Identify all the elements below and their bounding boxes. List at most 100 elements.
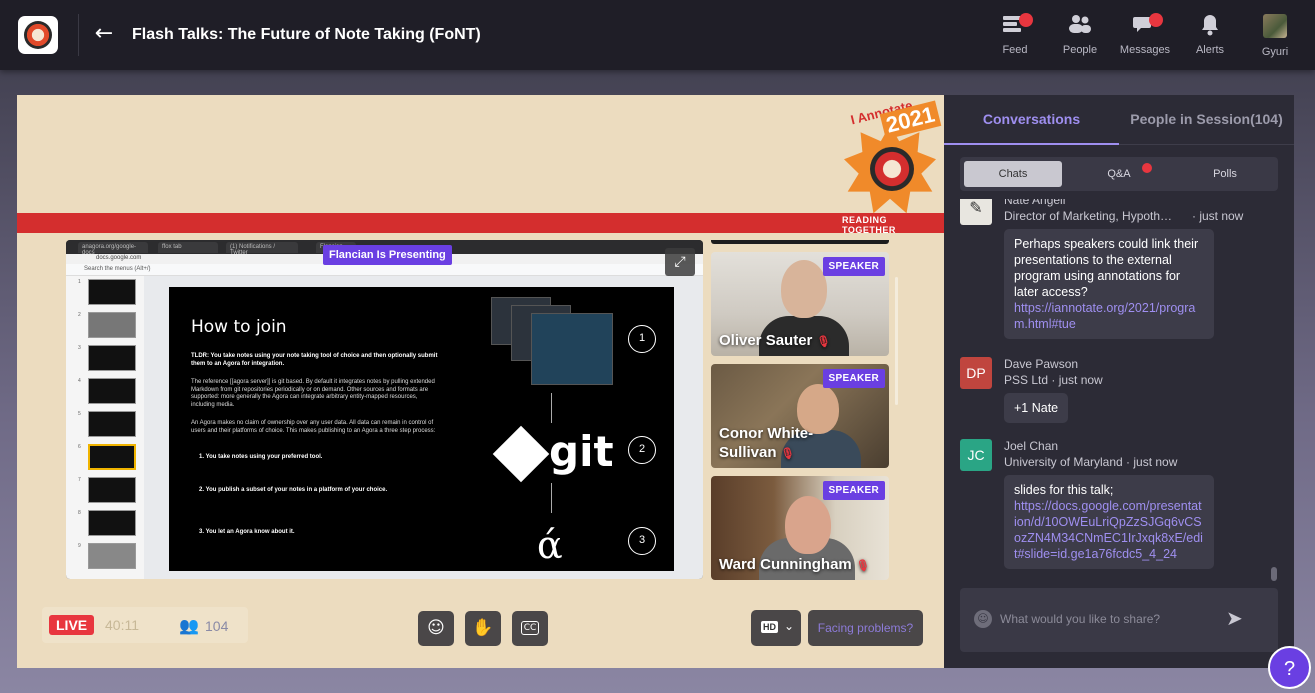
message-bubble: +1 Nate [1004, 393, 1069, 423]
thumb-number: 2 [78, 312, 81, 318]
slide-step: 3. You let an Agora know about it. [199, 529, 295, 535]
emblem-icon [870, 147, 914, 191]
people-icon [1068, 14, 1092, 36]
tab-people-in-session[interactable]: People in Session(104) [1119, 95, 1294, 145]
speaker-badge: SPEAKER [822, 481, 885, 500]
chat-message: ✎ Nate Angell Director of Marketing, Hyp… [960, 199, 1270, 343]
nav-people-label: People [1062, 44, 1098, 56]
slide-thumbnail [88, 477, 136, 503]
help-button[interactable]: ? [1268, 646, 1311, 689]
message-link[interactable]: https://iannotate.org/2021/program.html#… [1014, 300, 1204, 332]
raise-hand-button[interactable]: ✋ [465, 611, 501, 646]
emoji-icon[interactable]: ☺ [974, 610, 992, 628]
messages-icon [1133, 13, 1163, 36]
speaker-tile[interactable]: SPEAKER Ward Cunningham 🎙 [711, 476, 889, 580]
message-link[interactable]: https://docs.google.com/presentation/d/1… [1014, 498, 1204, 562]
slide-thumbnails: 1 2 3 4 5 6 7 8 9 [66, 276, 144, 579]
slide-screenshots [491, 293, 619, 385]
message-text: slides for this talk; [1014, 483, 1114, 497]
brand-band [17, 213, 944, 233]
segment-qa[interactable]: Q&A [1070, 161, 1168, 187]
quality-selector[interactable]: HD ⌄ [751, 610, 801, 646]
speaker-name: Ward Cunningham 🎙 [719, 555, 870, 575]
message-bubble: slides for this talk; https://docs.googl… [1004, 475, 1214, 569]
nav-messages[interactable]: Messages [1115, 12, 1175, 60]
speaker-name: Conor White-Sullivan 🎙 [719, 424, 849, 463]
speaker-tile[interactable]: SPEAKER Oliver Sauter 🎙 [711, 252, 889, 356]
facing-problems-button[interactable]: Facing problems? [808, 610, 923, 646]
speaker-face [781, 260, 827, 318]
chat-input[interactable] [1000, 606, 1220, 632]
captions-button[interactable]: CC [512, 611, 548, 646]
tab-conversations[interactable]: Conversations [944, 95, 1119, 145]
slide-canvas: How to join TLDR: You take notes using y… [144, 276, 703, 579]
slide-thumbnail [88, 543, 136, 569]
docs-toolbar: Search the menus (Alt+/) [66, 264, 703, 276]
message-text: Perhaps speakers could link their presen… [1014, 237, 1199, 299]
slide-arrow [551, 483, 552, 513]
nav-people[interactable]: People [1050, 12, 1110, 60]
message-text: +1 Nate [1014, 401, 1059, 415]
chat-message: DP Dave Pawson PSS Ltd · just now +1 Nat… [960, 357, 1270, 427]
brand-tagline: READING TOGETHER [842, 215, 896, 235]
thumb-number: 7 [78, 477, 81, 483]
current-slide: How to join TLDR: You take notes using y… [169, 287, 674, 571]
speaker-name: Oliver Sauter 🎙 [719, 331, 830, 351]
chevron-down-icon: ⌄ [784, 619, 795, 633]
smiley-icon: ☺ [427, 618, 445, 638]
segment-polls[interactable]: Polls [1176, 161, 1274, 187]
logo-emblem-icon [24, 21, 52, 49]
app-logo[interactable] [18, 16, 58, 54]
slide-thumbnail [88, 510, 136, 536]
slide-heading: How to join [191, 317, 287, 337]
mic-off-icon: 🎙 [816, 335, 831, 348]
feed-icon [1003, 13, 1033, 36]
nav-feed[interactable]: Feed [985, 12, 1045, 60]
thumb-number: 8 [78, 510, 81, 516]
screen-share[interactable]: anagora.org/google-docs ffox tab (1) Not… [66, 240, 703, 579]
nav-alerts[interactable]: Alerts [1180, 12, 1240, 60]
browser-tab: (1) Notifications / Twitter [226, 242, 298, 256]
sender-title: University of Maryland · just now [1004, 455, 1178, 469]
nav-messages-label: Messages [1119, 44, 1171, 56]
sender-name: Dave Pawson [1004, 357, 1079, 371]
slide-thumbnail [88, 378, 136, 404]
speaker-badge: SPEAKER [822, 257, 885, 276]
slide-step: 1. You take notes using your preferred t… [199, 454, 323, 460]
chat-message: JC Joel Chan University of Maryland · ju… [960, 439, 1270, 579]
slide-step-number: 1 [628, 325, 656, 353]
nav-profile[interactable]: Gyuri [1245, 12, 1305, 60]
chat-scrollbar[interactable] [1270, 199, 1278, 581]
viewers-icon: 👥 [179, 616, 199, 635]
git-label: git [549, 427, 614, 476]
url-text: docs.google.com [96, 255, 142, 261]
segment-chats[interactable]: Chats [964, 161, 1062, 187]
presenting-label: Flancian Is Presenting [323, 245, 452, 265]
sender-title: Director of Marketing, Hypoth… [1004, 209, 1173, 223]
cc-icon: CC [520, 621, 540, 635]
mic-off-icon: 🎙 [855, 559, 870, 572]
thumb-number: 5 [78, 411, 81, 417]
live-status: LIVE 40:11 👥 104 [42, 607, 248, 643]
speaker-name-text: Conor White-Sullivan [719, 425, 814, 461]
speaker-list-scrollbar[interactable] [895, 277, 898, 405]
slide-thumbnail [88, 279, 136, 305]
qa-badge [1142, 163, 1152, 173]
nav-alerts-label: Alerts [1195, 44, 1225, 56]
live-badge: LIVE [49, 615, 95, 635]
speaker-badge: SPEAKER [822, 369, 885, 388]
sender-title: PSS Ltd · just now [1004, 373, 1103, 387]
message-time: · just now [1192, 209, 1244, 223]
slide-arrow [551, 393, 552, 423]
back-arrow-icon[interactable]: ← [92, 22, 116, 46]
fullscreen-icon[interactable]: ⤢ [665, 248, 695, 276]
slide-thumbnail [88, 411, 136, 437]
send-icon[interactable]: ➤ [1226, 606, 1243, 630]
avatar: DP [960, 357, 992, 389]
slide-thumbnail [88, 312, 136, 338]
slide-step-number: 3 [628, 527, 656, 555]
speaker-tile[interactable]: SPEAKER Conor White-Sullivan 🎙 [711, 364, 889, 468]
slide-screenshot [531, 313, 613, 385]
scrollbar-thumb[interactable] [1271, 567, 1277, 581]
reaction-button[interactable]: ☺ [418, 611, 454, 646]
